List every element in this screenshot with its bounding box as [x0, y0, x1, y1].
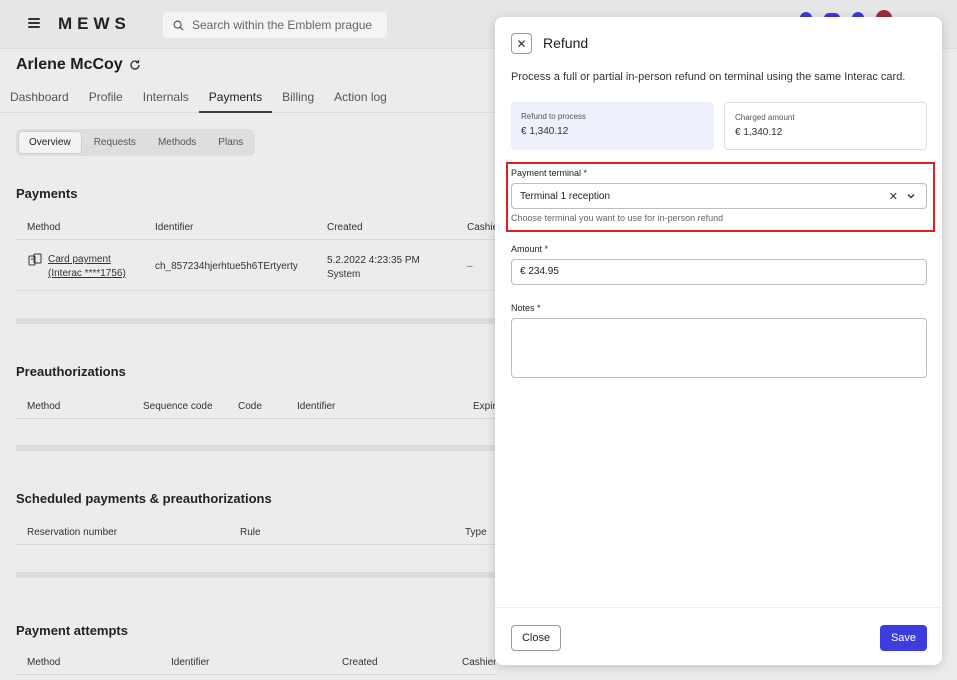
preauth-table-header: Method Sequence code Code Identifier Exp…: [16, 397, 496, 419]
created-date: 5.2.2022 4:23:35 PM: [327, 255, 420, 266]
col-identifier: Identifier: [171, 657, 210, 668]
search-input[interactable]: Search within the Emblem prague: [163, 12, 387, 38]
panel-title: Refund: [543, 35, 589, 51]
subtab-methods[interactable]: Methods: [148, 131, 206, 154]
refund-panel: ✕ Refund Process a full or partial in-pe…: [495, 17, 942, 665]
terminal-selected-value: Terminal 1 reception: [520, 190, 611, 202]
guest-name-heading: Arlene McCoy: [16, 56, 141, 74]
preauthorizations-title: Preauthorizations: [16, 364, 126, 379]
created-by: System: [327, 269, 361, 280]
payments-table-header: Method Identifier Created Cashie: [16, 218, 499, 240]
search-placeholder: Search within the Emblem prague: [192, 18, 373, 32]
col-identifier: Identifier: [155, 222, 194, 233]
tab-profile[interactable]: Profile: [79, 85, 133, 113]
section-divider: [16, 318, 496, 324]
guest-name: Arlene McCoy: [16, 56, 123, 73]
mews-logo: MEWS: [58, 14, 131, 33]
payment-identifier: ch_857234hjerhtue5h6TErtyerty: [155, 261, 298, 272]
close-icon: ✕: [516, 36, 527, 51]
refund-to-process-card: Refund to process € 1,340.12: [511, 102, 714, 150]
subtab-requests[interactable]: Requests: [84, 131, 146, 154]
payment-terminal-select[interactable]: Terminal 1 reception ✕: [511, 183, 927, 209]
terminal-label: Payment terminal *: [511, 168, 588, 178]
subtab-overview[interactable]: Overview: [18, 131, 82, 154]
terminal-hint: Choose terminal you want to use for in-p…: [511, 213, 724, 223]
col-method: Method: [27, 222, 61, 233]
tab-dashboard[interactable]: Dashboard: [0, 85, 79, 113]
scheduled-title: Scheduled payments & preauthorizations: [16, 491, 272, 506]
amount-label: Amount *: [511, 244, 549, 254]
charged-amount-card: Charged amount € 1,340.12: [724, 102, 927, 150]
search-icon: [173, 20, 184, 31]
profile-tabs: Dashboard Profile Internals Payments Bil…: [0, 85, 500, 113]
notes-field[interactable]: [511, 318, 927, 378]
panel-footer: Close Save: [495, 607, 942, 665]
col-method: Method: [27, 657, 61, 668]
col-created: Created: [342, 657, 378, 668]
method-line2: (Interac ****1756): [48, 268, 126, 279]
col-rule: Rule: [240, 527, 261, 538]
payment-method-link[interactable]: Card payment (Interac ****1756): [48, 253, 126, 281]
col-identifier: Identifier: [297, 401, 336, 412]
refund-to-process-value: € 1,340.12: [521, 126, 569, 137]
payments-title: Payments: [16, 186, 78, 201]
notes-label: Notes *: [511, 303, 541, 313]
col-created: Created: [327, 222, 363, 233]
tab-billing[interactable]: Billing: [272, 85, 324, 113]
chevron-down-icon[interactable]: [906, 191, 916, 201]
col-cashier: Cashier: [462, 657, 497, 668]
charged-amount-label: Charged amount: [735, 113, 795, 122]
close-button[interactable]: Close: [511, 625, 561, 651]
section-divider: [16, 572, 496, 578]
col-sequence-code: Sequence code: [143, 401, 213, 412]
scheduled-table-header: Reservation number Rule Type: [16, 523, 496, 545]
attempts-title: Payment attempts: [16, 623, 128, 638]
payment-method[interactable]: Card payment (Interac ****1756): [28, 253, 126, 281]
col-reservation-number: Reservation number: [27, 527, 118, 538]
payments-subtabs: Overview Requests Methods Plans: [16, 129, 256, 156]
close-panel-button[interactable]: ✕: [511, 33, 532, 54]
refund-to-process-label: Refund to process: [521, 112, 586, 121]
save-button[interactable]: Save: [880, 625, 927, 651]
method-line1: Card payment: [48, 254, 111, 265]
clear-selection-icon[interactable]: ✕: [889, 190, 898, 203]
panel-description: Process a full or partial in-person refu…: [511, 71, 906, 83]
charged-amount-value: € 1,340.12: [735, 127, 783, 138]
col-method: Method: [27, 401, 61, 412]
col-code: Code: [238, 401, 262, 412]
tab-internals[interactable]: Internals: [133, 85, 199, 113]
col-type: Type: [465, 527, 487, 538]
payment-cashier: –: [467, 261, 473, 272]
attempts-table-header: Method Identifier Created Cashier: [16, 653, 496, 675]
tab-payments[interactable]: Payments: [198, 85, 273, 113]
table-row[interactable]: Card payment (Interac ****1756) ch_85723…: [16, 245, 496, 291]
refresh-icon[interactable]: [129, 59, 141, 71]
payment-created: 5.2.2022 4:23:35 PM System: [327, 254, 420, 282]
card-terminal-icon: [28, 253, 42, 266]
hamburger-menu-icon[interactable]: [28, 18, 40, 28]
tab-action-log[interactable]: Action log: [324, 85, 397, 113]
col-cashier: Cashie: [467, 222, 499, 233]
amount-field[interactable]: € 234.95: [511, 259, 927, 285]
subtab-plans[interactable]: Plans: [208, 131, 253, 154]
section-divider: [16, 445, 496, 451]
col-expiration: Expir: [473, 401, 496, 412]
